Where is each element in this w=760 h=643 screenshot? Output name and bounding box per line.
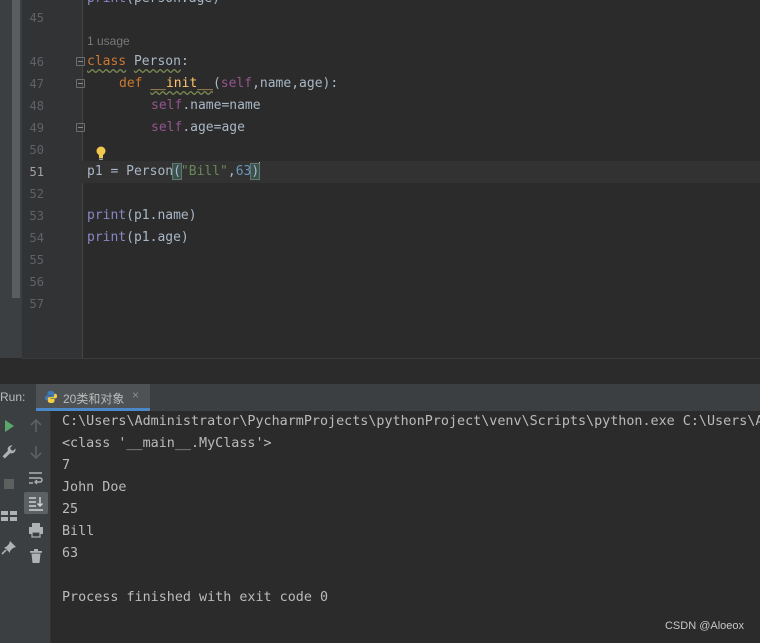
up-arrow-icon[interactable] xyxy=(27,417,45,435)
code-editor[interactable]: 45 46 47 48 49 50 51 52 53 54 55 56 57 p… xyxy=(0,0,760,358)
code-line-49[interactable]: self.age=age xyxy=(151,117,245,139)
code-assign: .age=age xyxy=(182,120,245,135)
console-line: C:\Users\Administrator\PycharmProjects\p… xyxy=(62,414,760,429)
line-number-current: 51 xyxy=(29,165,44,179)
usage-hint[interactable]: 1 usage xyxy=(87,31,130,51)
code-line-48[interactable]: self.name=name xyxy=(151,95,261,117)
scroll-to-end-icon xyxy=(29,497,44,511)
code-paren: ( xyxy=(212,76,221,91)
run-tab-label: 20类和对象 xyxy=(63,392,125,406)
line-number: 55 xyxy=(29,253,44,267)
pin-icon[interactable] xyxy=(0,539,18,557)
fold-marker-icon[interactable] xyxy=(76,79,85,88)
console-line: 25 xyxy=(62,502,79,517)
line-number: 48 xyxy=(29,99,44,113)
editor-left-strip xyxy=(0,0,22,358)
divider xyxy=(22,358,760,359)
line-number: 47 xyxy=(29,77,44,91)
layout-icon[interactable] xyxy=(0,507,18,525)
code-paren-open: ( xyxy=(172,163,182,180)
fold-marker-icon[interactable] xyxy=(76,57,85,66)
line-number: 56 xyxy=(29,275,44,289)
line-number: 46 xyxy=(29,55,44,69)
trash-icon[interactable] xyxy=(27,547,45,565)
code-keyword: def xyxy=(119,76,143,91)
code-line-47[interactable]: def __init__(self,name,age): xyxy=(119,73,338,95)
code-builtin: print xyxy=(87,230,127,245)
code-function-name: __init__ xyxy=(150,76,213,91)
line-number: 57 xyxy=(29,297,44,311)
line-number: 49 xyxy=(29,121,44,135)
code-comma: , xyxy=(227,164,236,179)
editor-scrollbar[interactable] xyxy=(12,0,20,298)
line-number: 50 xyxy=(29,143,44,157)
console-line: John Doe xyxy=(62,480,127,495)
console-line: 7 xyxy=(62,458,71,473)
code-keyword: class xyxy=(87,54,127,69)
run-tab[interactable]: 20类和对象 × xyxy=(36,384,150,411)
fold-marker-icon[interactable] xyxy=(76,123,85,132)
console-exit-message: Process finished with exit code 0 xyxy=(62,590,329,605)
line-number: 52 xyxy=(29,187,44,201)
code-line-46[interactable]: class Person: xyxy=(87,51,189,73)
python-icon xyxy=(45,391,57,403)
text-caret xyxy=(259,162,261,178)
down-arrow-icon[interactable] xyxy=(27,443,45,461)
close-icon[interactable]: × xyxy=(132,388,139,402)
run-tool-window-header: Run: 20类和对象 × xyxy=(0,384,760,412)
run-label: Run: xyxy=(0,390,26,404)
scroll-to-end-toggle[interactable] xyxy=(24,492,48,514)
code-self: self xyxy=(151,120,183,135)
console-line: <class '__main__.MyClass'> xyxy=(62,436,272,451)
print-icon[interactable] xyxy=(27,521,45,539)
wrench-icon[interactable] xyxy=(0,443,18,461)
code-args: (p1.name) xyxy=(126,208,197,223)
editor-horizontal-scroll-area xyxy=(0,358,760,384)
code-paren-close: ) xyxy=(250,163,261,180)
stop-icon[interactable] xyxy=(0,475,18,493)
code-args: (p1.age) xyxy=(126,230,189,245)
console-line: Bill xyxy=(62,524,95,539)
line-number: 53 xyxy=(29,209,44,223)
code-line-51[interactable]: p1 = Person("Bill",63) xyxy=(87,161,261,183)
console-line: 63 xyxy=(62,546,79,561)
code-string: "Bill" xyxy=(180,164,228,179)
code-assign: .name=name xyxy=(182,98,261,113)
code-line-53[interactable]: print(p1.name) xyxy=(87,205,197,227)
code-class-name: Person xyxy=(133,54,181,69)
code-line-fragment: print(person.age) xyxy=(87,0,220,10)
code-builtin: print xyxy=(87,208,127,223)
code-self: self xyxy=(151,98,183,113)
line-number: 54 xyxy=(29,231,44,245)
code-colon: : xyxy=(180,54,189,69)
lightbulb-icon[interactable] xyxy=(95,145,107,161)
code-assign: p1 = Person xyxy=(87,164,174,179)
watermark: CSDN @Aloeox xyxy=(664,620,744,632)
code-number: 63 xyxy=(235,164,252,179)
run-icon[interactable] xyxy=(0,417,18,435)
code-line-54[interactable]: print(p1.age) xyxy=(87,227,189,249)
code-params: ,name,age): xyxy=(252,76,339,91)
code-self: self xyxy=(220,76,253,91)
line-number: 45 xyxy=(29,11,44,25)
soft-wrap-icon[interactable] xyxy=(27,469,45,487)
run-toolbar-left xyxy=(0,411,22,643)
run-toolbar-console xyxy=(22,411,51,643)
